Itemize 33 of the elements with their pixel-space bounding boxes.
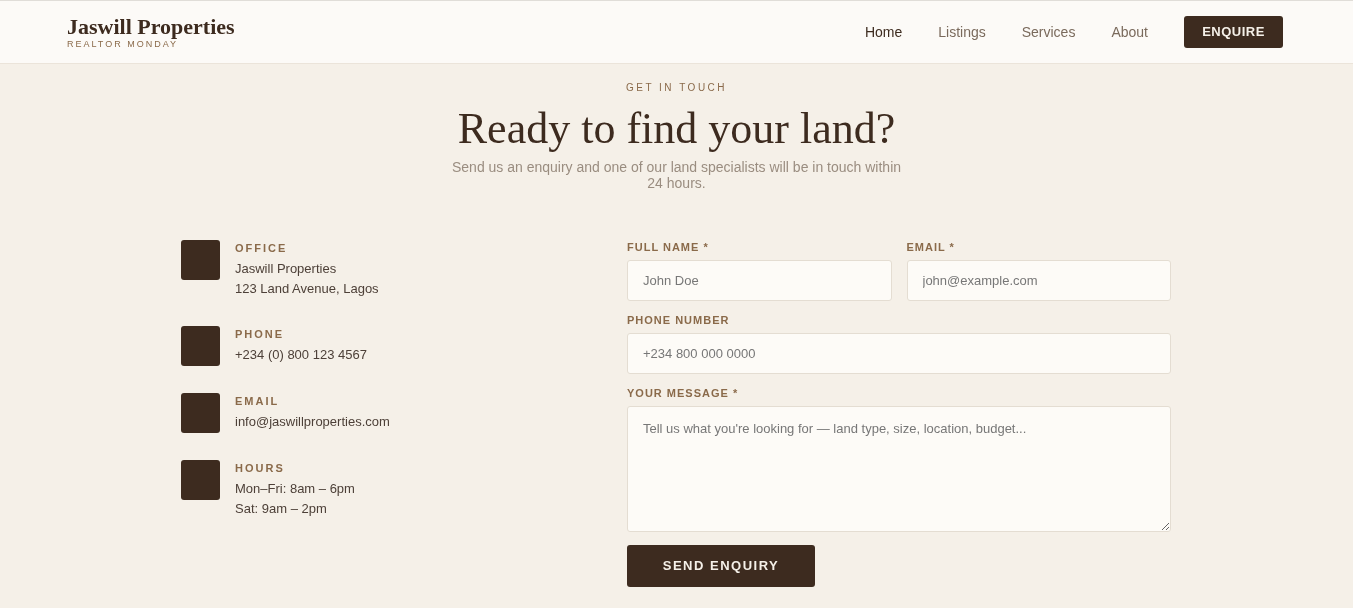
contact-icon-tile — [181, 393, 220, 433]
contact-detail: Jaswill Properties — [235, 260, 338, 278]
input-field[interactable]: john@example.com — [906, 260, 1171, 301]
section-eyebrow: GET IN TOUCH — [625, 81, 728, 95]
contact-label: HOURS — [235, 461, 286, 475]
contact-detail: Sat: 9am – 2pm — [235, 500, 328, 518]
contact-icon-tile — [181, 326, 220, 366]
contact-detail: +234 (0) 800 123 4567 — [235, 346, 367, 364]
nav-link[interactable]: About — [1111, 21, 1148, 43]
field-label: EMAIL * — [906, 241, 956, 254]
field-label: PHONE NUMBER — [627, 314, 731, 327]
send-enquiry-button[interactable]: SEND ENQUIRY — [627, 545, 815, 587]
message-field[interactable]: Tell us what you're looking for — land type, size, location, budget... — [627, 406, 1171, 532]
contact-label: OFFICE — [235, 241, 289, 255]
contact-detail: 123 Land Avenue, Lagos — [235, 280, 379, 298]
enquire-button[interactable]: ENQUIRE — [1184, 16, 1283, 48]
field-label: FULL NAME * — [627, 241, 710, 254]
contact-label: PHONE — [235, 327, 286, 341]
brand-tagline: REALTOR MONDAY — [67, 38, 178, 50]
nav-link[interactable]: Listings — [938, 21, 986, 43]
section-heading: Ready to find your land? — [457, 103, 896, 155]
section-subtitle: Send us an enquiry and one of our land specialists will be in touch within 24 hours. — [451, 159, 902, 191]
contact-icon-tile — [181, 460, 220, 500]
contact-detail: info@jaswillproperties.com — [235, 413, 390, 431]
field-label: YOUR MESSAGE * — [627, 387, 740, 400]
contact-detail: Mon–Fri: 8am – 6pm — [235, 480, 355, 498]
input-field[interactable]: +234 800 000 0000 — [627, 333, 1171, 374]
contact-icon-tile — [181, 240, 220, 280]
nav-link[interactable]: Services — [1021, 21, 1076, 43]
contact-label: EMAIL — [235, 394, 281, 408]
brand-name[interactable]: Jaswill Properties — [67, 14, 235, 39]
nav-link[interactable]: Home — [864, 21, 903, 43]
input-field[interactable]: John Doe — [627, 260, 892, 301]
